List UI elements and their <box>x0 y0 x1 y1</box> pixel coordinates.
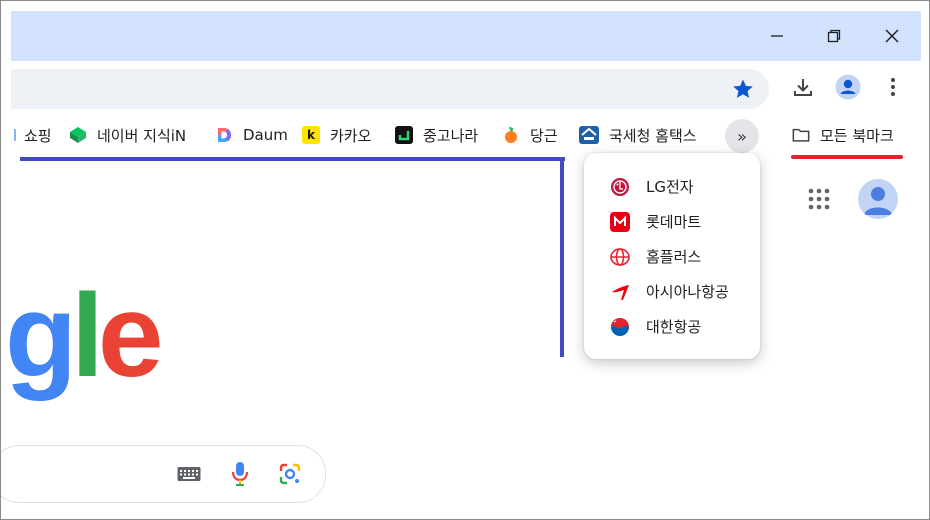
google-logo: gle <box>5 277 163 395</box>
homeplus-icon <box>610 247 630 267</box>
bookmark-carrot[interactable]: 당근 <box>502 123 558 147</box>
menu-item-label: 아시아나항공 <box>646 283 729 301</box>
hometax-icon <box>579 126 599 144</box>
title-bar <box>11 11 921 63</box>
bookmark-hometax[interactable]: 국세청 홈택스 <box>579 123 697 147</box>
logo-letter-g: g <box>5 270 77 402</box>
search-box[interactable] <box>1 445 326 503</box>
lens-search-button[interactable] <box>277 462 303 486</box>
restore-button[interactable] <box>811 11 857 61</box>
logo-letter-l: l <box>71 270 104 402</box>
bookmark-naver-kin[interactable]: 네이버 지식iN <box>69 123 186 147</box>
bookmark-label: 중고나라 <box>423 126 479 145</box>
bookmark-label: 국세청 홈택스 <box>609 126 697 145</box>
all-bookmarks-button[interactable]: 모든 북마크 <box>792 123 894 147</box>
profile-button[interactable] <box>835 74 861 100</box>
annotation-underline <box>791 155 903 159</box>
bookmarks-bar: 쇼핑 네이버 지식iN Daum k 카카오 중고나라 당근 국세청 홈택스 »… <box>11 113 921 157</box>
annotation-line-vertical <box>560 157 564 357</box>
page-content: gle <box>1 155 921 519</box>
star-icon[interactable] <box>731 77 755 101</box>
chevron-double-right-icon: » <box>737 126 747 146</box>
profile-icon <box>835 74 861 100</box>
annotation-line-horizontal <box>20 157 565 161</box>
menu-item-lg[interactable]: LG전자 <box>584 169 760 204</box>
browser-window: 쇼핑 네이버 지식iN Daum k 카카오 중고나라 당근 국세청 홈택스 »… <box>0 0 930 520</box>
keyboard-button[interactable] <box>176 462 202 486</box>
menu-item-label: 홈플러스 <box>646 248 702 266</box>
bookmark-joonggonara[interactable]: 중고나라 <box>395 123 478 147</box>
bookmark-shopping[interactable]: 쇼핑 <box>14 123 52 147</box>
close-button[interactable] <box>869 11 915 61</box>
menu-item-homeplus[interactable]: 홈플러스 <box>584 239 760 274</box>
folder-icon <box>792 126 810 144</box>
bookmark-label: Daum <box>243 126 288 144</box>
download-icon <box>794 79 812 96</box>
bookmark-label: 모든 북마크 <box>820 126 894 145</box>
more-vert-icon <box>891 78 895 96</box>
bookmark-label: 쇼핑 <box>24 126 52 145</box>
voice-search-button[interactable] <box>227 462 253 486</box>
bookmarks-overflow-button[interactable]: » <box>725 119 759 153</box>
lens-icon <box>279 463 301 485</box>
menu-item-asiana[interactable]: 아시아나항공 <box>584 274 760 309</box>
toolbar <box>11 61 921 111</box>
menu-button[interactable] <box>880 74 906 100</box>
address-bar[interactable] <box>11 69 769 109</box>
asiana-icon <box>610 282 630 302</box>
daum-icon <box>215 126 233 144</box>
bookmark-label: 네이버 지식iN <box>97 126 187 145</box>
apps-icon[interactable] <box>807 187 831 211</box>
menu-item-koreanair[interactable]: 대한항공 <box>584 309 760 344</box>
lg-icon <box>610 177 630 197</box>
menu-item-label: 롯데마트 <box>646 213 702 231</box>
lottemart-icon <box>610 211 630 232</box>
restore-icon <box>827 29 841 43</box>
bookmark-label: 카카오 <box>330 126 372 145</box>
account-icon <box>864 187 892 215</box>
naver-kin-icon <box>69 126 87 144</box>
bookmark-daum[interactable]: Daum <box>215 123 288 147</box>
bookmark-kakao[interactable]: k 카카오 <box>302 123 371 147</box>
shopping-icon <box>14 129 16 141</box>
joonggonara-icon <box>395 126 413 144</box>
download-button[interactable] <box>790 74 816 100</box>
logo-letter-e: e <box>97 270 164 402</box>
close-icon <box>885 29 899 43</box>
carrot-icon <box>502 126 520 144</box>
koreanair-icon <box>610 317 630 337</box>
minimize-icon <box>771 35 783 37</box>
mic-icon <box>231 462 249 486</box>
bookmark-label: 당근 <box>530 126 558 145</box>
kakao-icon: k <box>302 126 320 144</box>
menu-item-label: LG전자 <box>646 178 694 196</box>
menu-item-label: 대한항공 <box>646 318 702 336</box>
bookmarks-overflow-menu: LG전자 롯데마트 홈플러스 아시아나항공 대한항공 <box>584 153 760 359</box>
menu-item-lottemart[interactable]: 롯데마트 <box>584 204 760 239</box>
keyboard-icon <box>177 467 201 481</box>
minimize-button[interactable] <box>754 11 800 61</box>
account-avatar[interactable] <box>858 179 898 219</box>
